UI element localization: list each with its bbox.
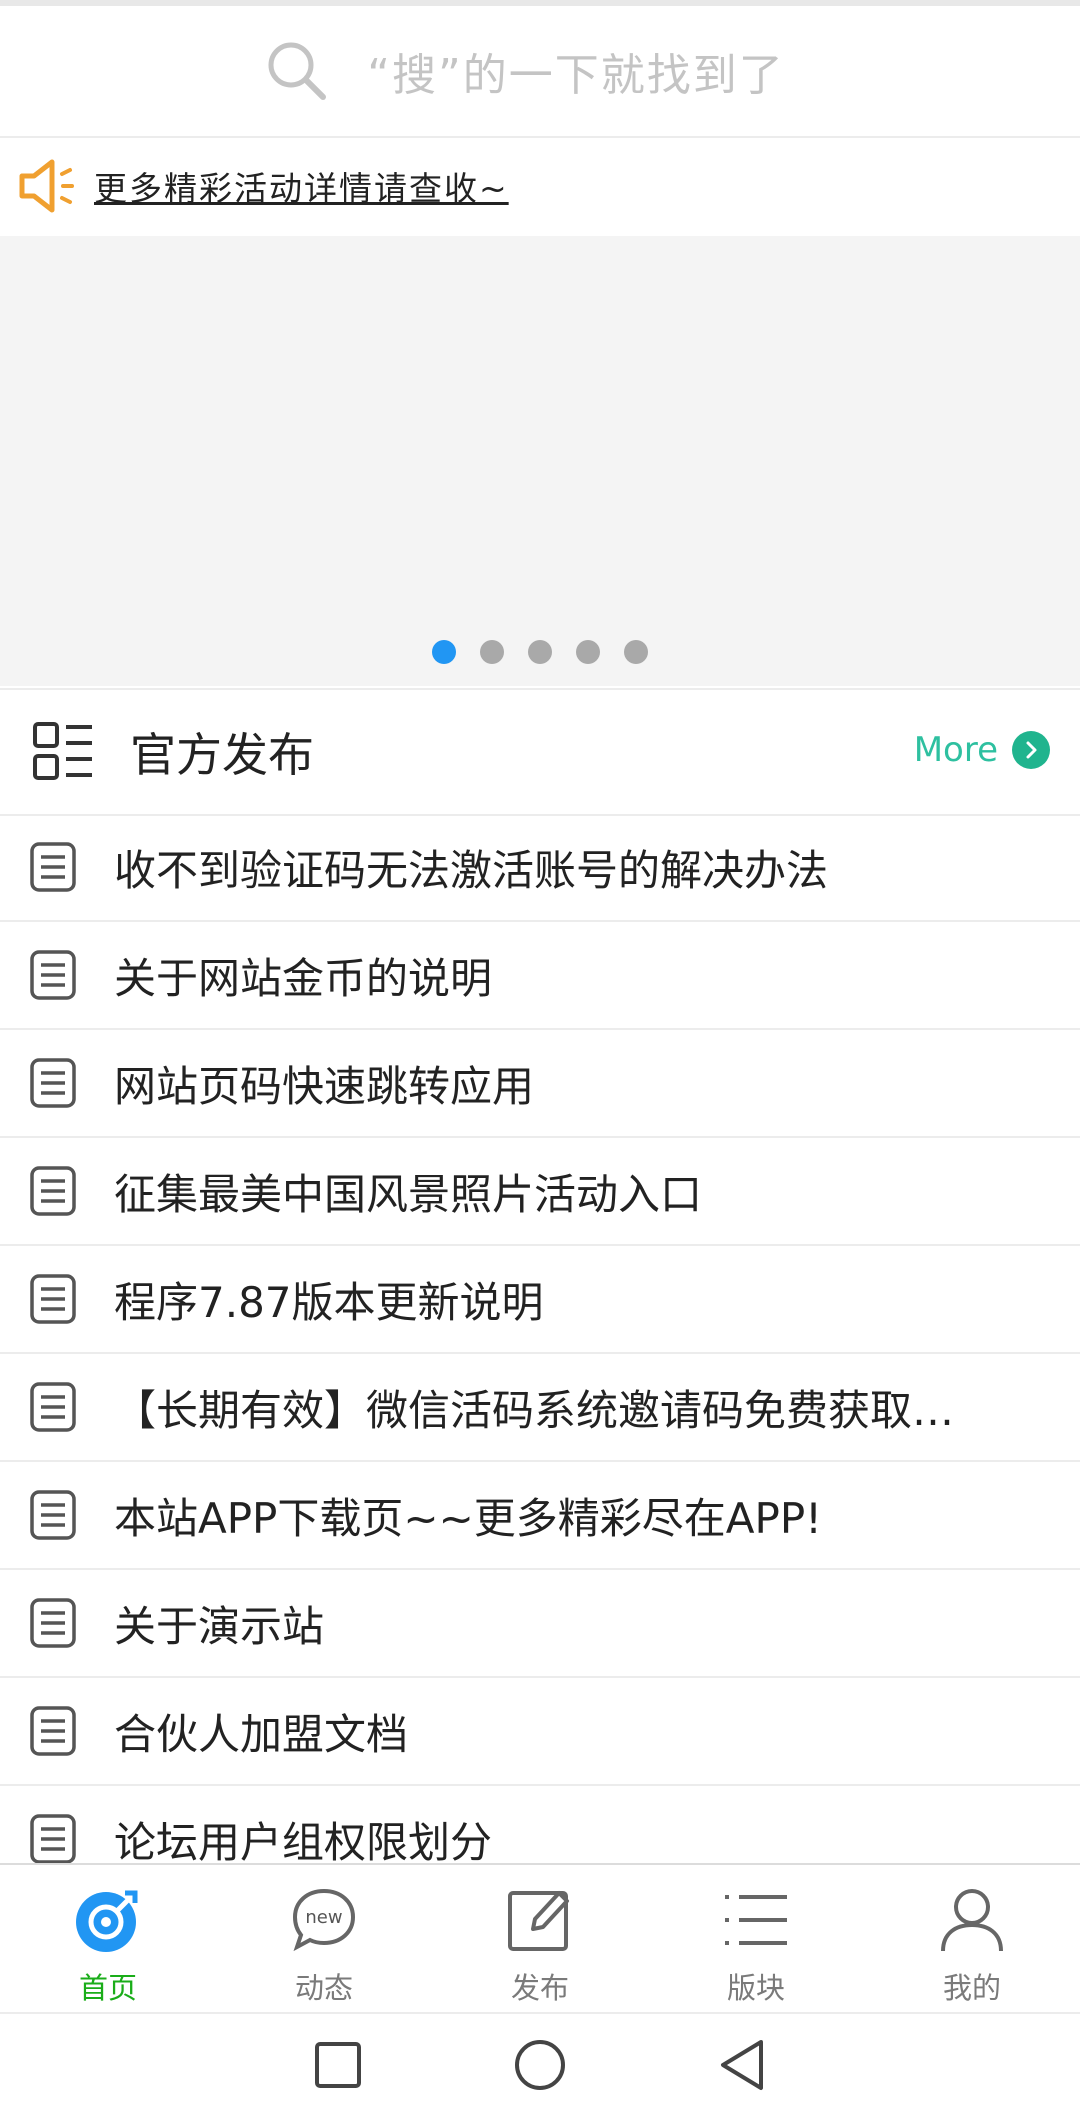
document-icon — [30, 950, 76, 1000]
tab-label: 首页 — [78, 1971, 137, 2005]
post-title: 关于网站金币的说明 — [114, 953, 493, 1003]
document-icon — [30, 1598, 76, 1648]
home-compass-icon — [76, 1890, 138, 1952]
post-title: 网站页码快速跳转应用 — [114, 1061, 535, 1111]
list-item[interactable]: 关于演示站 — [0, 1570, 1080, 1678]
category-list-icon — [33, 722, 92, 780]
document-icon — [30, 1058, 76, 1108]
carousel-dot[interactable] — [480, 640, 504, 664]
bottom-tab-bar: 首页 new 动态 发布 版块 我的 — [0, 1863, 1080, 2013]
tab-me[interactable]: 我的 — [864, 1865, 1080, 2013]
search-icon — [268, 42, 327, 100]
document-icon — [30, 1706, 76, 1756]
list-item[interactable]: 关于网站金币的说明 — [0, 922, 1080, 1030]
post-title: 【长期有效】微信活码系统邀请码免费获取… — [114, 1385, 955, 1435]
list-item[interactable]: 合伙人加盟文档 — [0, 1678, 1080, 1786]
notice-bar[interactable]: 更多精彩活动详情请查收~ — [0, 138, 1080, 234]
recent-apps-icon[interactable] — [313, 2040, 363, 2090]
new-chat-icon: new — [292, 1888, 356, 1952]
document-icon — [30, 1274, 76, 1324]
tab-post[interactable]: 发布 — [432, 1865, 648, 2013]
tab-boards[interactable]: 版块 — [648, 1865, 864, 2013]
carousel-dots — [0, 640, 1080, 664]
post-list: 收不到验证码无法激活账号的解决办法 关于网站金币的说明 网站页码快速跳转应用 征… — [0, 814, 1080, 1894]
post-title: 关于演示站 — [114, 1601, 325, 1651]
document-icon — [30, 1814, 76, 1864]
post-title: 程序7.87版本更新说明 — [114, 1277, 544, 1327]
list-item[interactable]: 网站页码快速跳转应用 — [0, 1030, 1080, 1138]
post-title: 本站APP下载页~~更多精彩尽在APP! — [114, 1493, 822, 1543]
official-section-header: 官方发布 More — [0, 688, 1080, 816]
section-title: 官方发布 — [130, 728, 314, 782]
carousel-dot[interactable] — [624, 640, 648, 664]
carousel-dot[interactable] — [528, 640, 552, 664]
speaker-icon — [19, 159, 74, 213]
document-icon — [30, 1382, 76, 1432]
list-item[interactable]: 程序7.87版本更新说明 — [0, 1246, 1080, 1354]
tab-label: 动态 — [294, 1971, 353, 2005]
tab-home[interactable]: 首页 — [0, 1865, 216, 2013]
carousel-dot[interactable] — [576, 640, 600, 664]
list-item[interactable]: 本站APP下载页~~更多精彩尽在APP! — [0, 1462, 1080, 1570]
system-nav-bar — [0, 2012, 1080, 2116]
notice-link[interactable]: 更多精彩活动详情请查收~ — [94, 162, 509, 210]
back-nav-icon[interactable] — [717, 2038, 767, 2092]
banner-carousel[interactable] — [0, 236, 1080, 686]
tab-label: 我的 — [942, 1971, 1001, 2005]
edit-icon — [508, 1891, 569, 1951]
post-title: 征集最美中国风景照片活动入口 — [114, 1169, 703, 1219]
document-icon — [30, 1490, 76, 1540]
document-icon — [30, 842, 76, 892]
list-item[interactable]: 征集最美中国风景照片活动入口 — [0, 1138, 1080, 1246]
chevron-right-icon — [1012, 731, 1050, 769]
home-nav-icon[interactable] — [513, 2038, 567, 2092]
document-icon — [30, 1166, 76, 1216]
svg-text:new: new — [305, 1907, 342, 1928]
search-placeholder: “搜”的一下就找到了 — [367, 50, 785, 101]
tab-activity[interactable]: new 动态 — [216, 1865, 432, 2013]
list-item[interactable]: 收不到验证码无法激活账号的解决办法 — [0, 814, 1080, 922]
user-icon — [941, 1889, 1003, 1952]
more-label: More — [913, 730, 998, 770]
carousel-dot[interactable] — [432, 640, 456, 664]
list-icon — [725, 1895, 787, 1945]
post-title: 合伙人加盟文档 — [114, 1709, 409, 1759]
tab-label: 版块 — [726, 1971, 785, 2005]
list-item[interactable]: 【长期有效】微信活码系统邀请码免费获取… — [0, 1354, 1080, 1462]
tab-label: 发布 — [510, 1971, 569, 2005]
search-bar[interactable]: “搜”的一下就找到了 — [0, 6, 1080, 138]
post-title: 论坛用户组权限划分 — [114, 1817, 493, 1867]
more-button[interactable]: More — [914, 730, 1050, 770]
post-title: 收不到验证码无法激活账号的解决办法 — [114, 845, 829, 895]
